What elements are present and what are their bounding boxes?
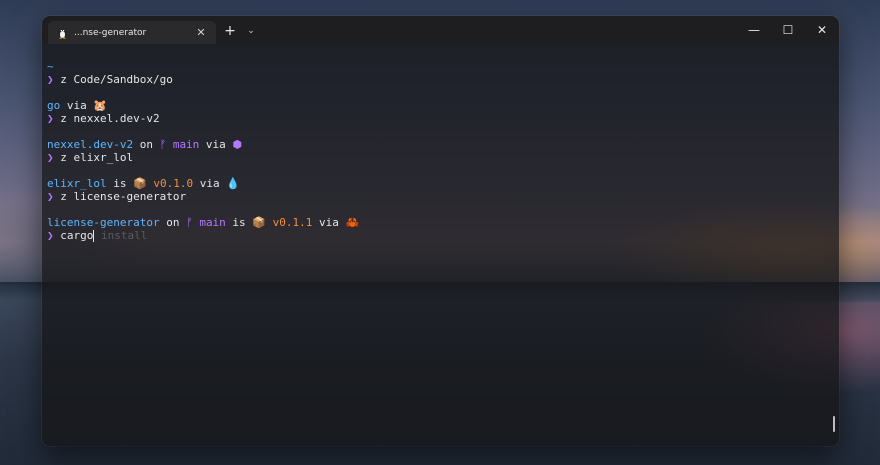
new-tab-button[interactable]: + <box>222 22 238 40</box>
prompt-text: via <box>193 177 227 190</box>
package-version: 📦 v0.1.1 <box>252 216 313 229</box>
minimize-button[interactable]: — <box>737 16 771 44</box>
directory-name: go <box>47 99 61 112</box>
close-tab-icon[interactable]: ✕ <box>194 26 208 39</box>
git-branch: ᚠ main <box>159 138 200 151</box>
tab-title: ...nse-generator <box>74 27 147 38</box>
rust-crab-icon: 🦀 <box>345 216 360 229</box>
prompt-arrow: ❯ <box>47 73 54 86</box>
directory-name: license-generator <box>47 216 160 229</box>
prompt-text: is <box>106 177 134 190</box>
command-text: z elixr_lol <box>60 151 134 164</box>
prompt-text: on <box>159 216 187 229</box>
prompt-arrow: ❯ <box>47 112 54 125</box>
prompt-arrow: ❯ <box>47 229 54 242</box>
command-text: z license-generator <box>60 190 187 203</box>
maximize-button[interactable]: ☐ <box>771 16 805 44</box>
prompt-arrow: ❯ <box>47 190 54 203</box>
command-text: z Code/Sandbox/go <box>60 73 173 86</box>
prompt-text: via <box>312 216 346 229</box>
linux-tux-icon <box>56 27 68 39</box>
current-input[interactable]: cargo <box>60 229 93 242</box>
command-text: z nexxel.dev-v2 <box>60 112 160 125</box>
terminal-output: ~ ❯ z Code/Sandbox/go go via 🐹 ❯ z nexxe… <box>47 60 829 242</box>
tab-license-generator[interactable]: ...nse-generator ✕ <box>48 21 216 44</box>
chevron-down-icon[interactable]: ⌄ <box>244 22 258 40</box>
prompt-text: on <box>133 138 160 151</box>
title-bar: ...nse-generator ✕ + ⌄ — ☐ ✕ <box>42 16 839 44</box>
terminal-pane[interactable]: ~ ❯ z Code/Sandbox/go go via 🐹 ❯ z nexxe… <box>42 44 839 446</box>
git-branch: ᚠ main <box>186 216 226 229</box>
home-path: ~ <box>47 60 54 73</box>
scrollbar[interactable] <box>833 416 835 432</box>
prompt-arrow: ❯ <box>47 151 54 164</box>
prompt-text: is <box>225 216 253 229</box>
directory-name: elixr_lol <box>47 177 107 190</box>
prompt-text: via <box>60 99 94 112</box>
go-gopher-icon: 🐹 <box>93 99 108 112</box>
directory-name: nexxel.dev-v2 <box>47 138 134 151</box>
prompt-text: via <box>199 138 233 151</box>
terminal-window: ...nse-generator ✕ + ⌄ — ☐ ✕ ~ ❯ z Code/… <box>42 16 839 446</box>
close-window-button[interactable]: ✕ <box>805 16 839 44</box>
autosuggestion: install <box>94 229 148 242</box>
package-version: 📦 v0.1.0 <box>133 177 194 190</box>
node-icon: ⬢ <box>232 138 243 151</box>
elixir-drop-icon: 💧 <box>226 177 240 190</box>
